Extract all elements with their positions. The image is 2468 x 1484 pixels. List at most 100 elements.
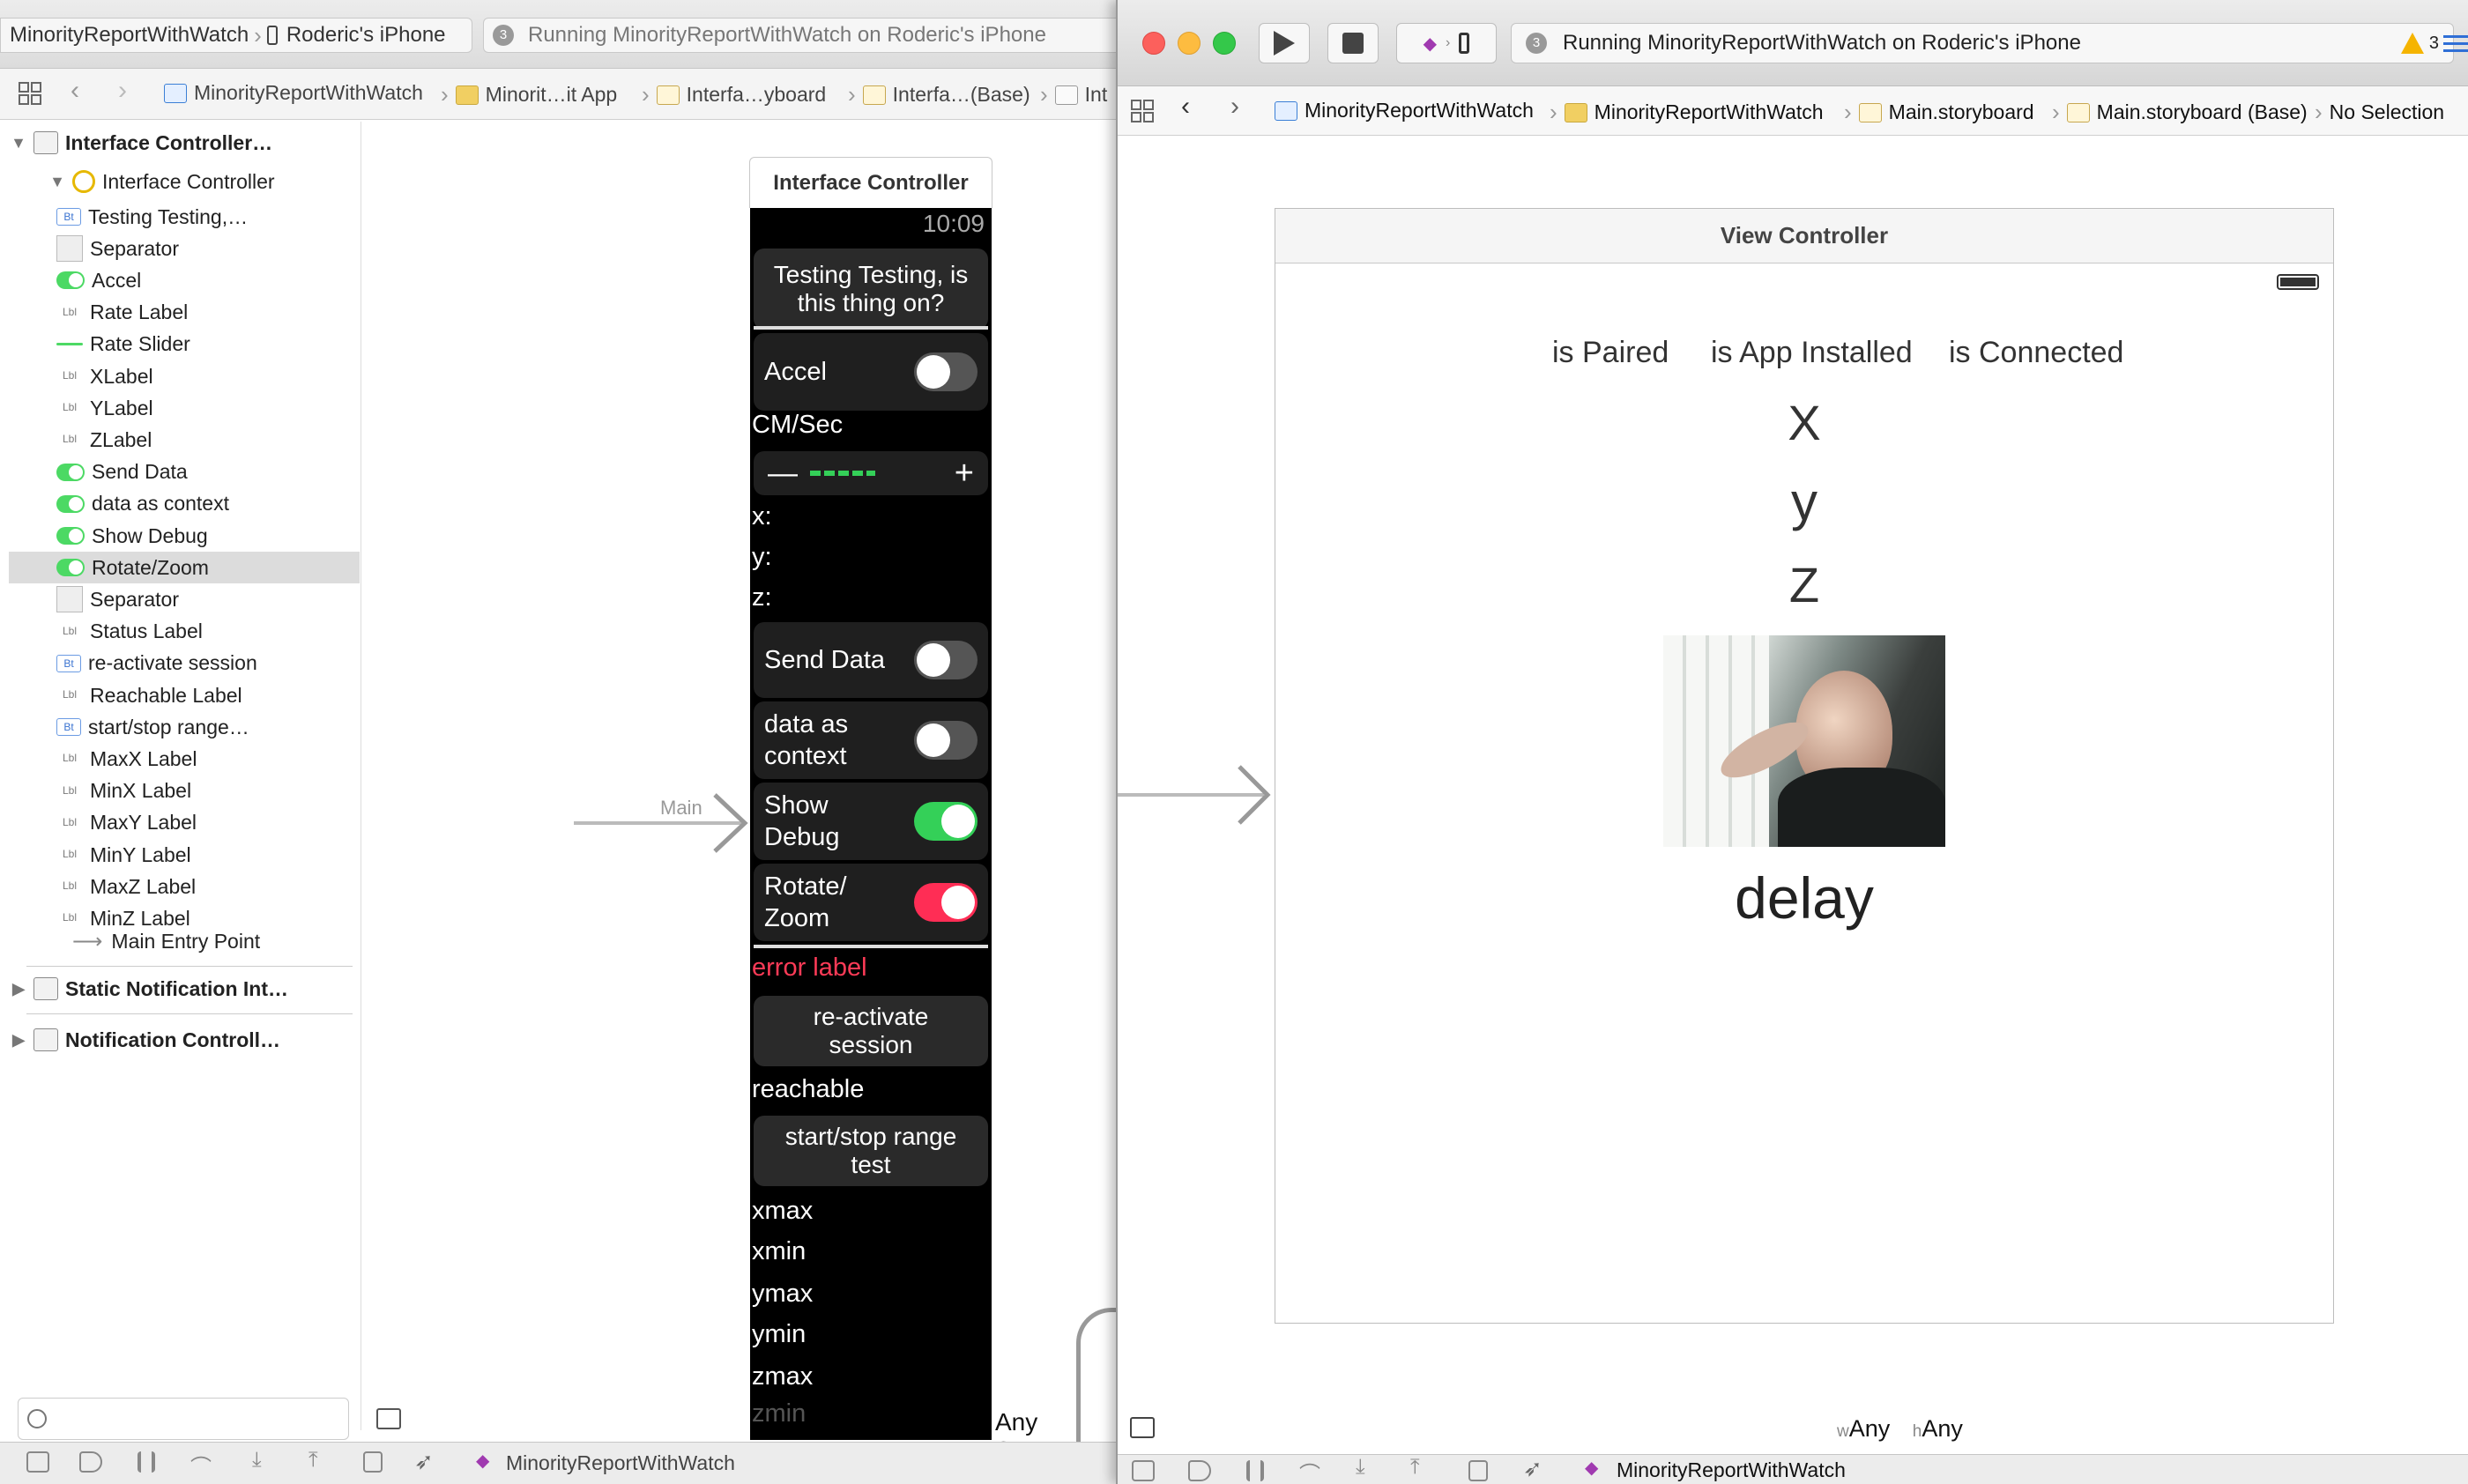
outline-item[interactable]: Separator	[9, 583, 360, 615]
range-test-button[interactable]: start/stop range test	[754, 1116, 988, 1186]
outline-scene-notification-controller[interactable]: ▶ Notification Controll…	[9, 1024, 360, 1056]
data-context-switch[interactable]	[914, 721, 978, 760]
pause-icon[interactable]	[1246, 1460, 1264, 1481]
watch-interface[interactable]: 10:09 Testing Testing, is this thing on?…	[750, 208, 992, 1440]
step-in-icon[interactable]: ⤓	[252, 1448, 262, 1473]
scheme-selector[interactable]: MinorityReportWithWatch › Roderic's iPho…	[0, 18, 472, 53]
breakpoint-icon[interactable]	[1188, 1460, 1211, 1481]
debug-process-label[interactable]: MinorityReportWithWatch	[1617, 1458, 1846, 1482]
outline-item[interactable]: Lbl MinX Label	[9, 775, 360, 807]
forward-icon[interactable]: ›	[1230, 92, 1239, 122]
accel-switch-row[interactable]: Accel	[754, 333, 988, 411]
view-controller-title[interactable]: View Controller	[1275, 209, 2333, 263]
outline-toggle-icon[interactable]	[376, 1408, 401, 1429]
jump-more[interactable]: › Int	[1040, 81, 1107, 108]
minimize-window-icon[interactable]	[1178, 32, 1201, 55]
outline-item[interactable]: Lbl Status Label	[9, 616, 360, 648]
outline-entry-point[interactable]: ⟶ Main Entry Point	[9, 925, 360, 957]
pause-icon[interactable]	[138, 1451, 155, 1473]
rate-slider[interactable]: — +	[754, 451, 988, 495]
forward-icon[interactable]: ›	[118, 76, 127, 106]
outline-item[interactable]: Rotate/Zoom	[9, 552, 360, 584]
outline-item[interactable]: Bt re-activate session	[9, 648, 360, 679]
outline-item[interactable]: Bt start/stop range…	[9, 711, 360, 743]
accel-switch[interactable]	[914, 352, 978, 391]
jump-selection[interactable]: › No Selection	[2315, 99, 2444, 126]
disclosure-open-icon[interactable]: ▼	[9, 134, 28, 152]
outline-filter-field[interactable]	[18, 1398, 349, 1440]
step-over-icon[interactable]: ⌒	[190, 1450, 212, 1480]
jump-project[interactable]: MinorityReportWithWatch	[1275, 99, 1534, 122]
debug-process-label[interactable]: MinorityReportWithWatch	[506, 1451, 735, 1475]
outline-item[interactable]: Lbl XLabel	[9, 360, 360, 392]
send-data-row[interactable]: Send Data	[754, 622, 988, 698]
disclosure-closed-icon[interactable]: ▶	[9, 1031, 28, 1050]
size-class-control[interactable]: wAny hAny	[1837, 1415, 1963, 1443]
send-data-switch[interactable]	[914, 641, 978, 679]
minus-icon[interactable]: —	[768, 457, 798, 489]
watch-scene-title[interactable]: Interface Controller	[749, 157, 992, 208]
jump-group[interactable]: › Minorit…it App	[441, 81, 617, 108]
editor-icon[interactable]	[2440, 23, 2468, 63]
scheme-device-button[interactable]: ◆ ›	[1396, 23, 1497, 63]
outline-scene-static-notification[interactable]: ▶ Static Notification Int…	[9, 973, 360, 1005]
close-window-icon[interactable]	[1142, 32, 1165, 55]
show-debug-switch[interactable]	[914, 802, 978, 841]
outline-item[interactable]: Rate Slider	[9, 329, 360, 360]
outline-item[interactable]: Send Data	[9, 456, 360, 488]
outline-item[interactable]: Lbl Reachable Label	[9, 679, 360, 711]
rotate-zoom-row[interactable]: Rotate/ Zoom	[754, 864, 988, 941]
outline-item[interactable]: Lbl YLabel	[9, 392, 360, 424]
view-hierarchy-icon[interactable]	[363, 1451, 383, 1473]
hide-debug-icon[interactable]	[26, 1451, 49, 1473]
reactivate-session-button[interactable]: re-activate session	[754, 996, 988, 1066]
outline-item[interactable]: data as context	[9, 488, 360, 520]
jump-group[interactable]: › MinorityReportWithWatch	[1550, 99, 1824, 126]
rotate-zoom-switch[interactable]	[914, 883, 978, 922]
outline-item[interactable]: Lbl MinY Label	[9, 839, 360, 871]
view-controller-scene[interactable]: View Controller is Paired is App Install…	[1275, 208, 2334, 1324]
outline-item[interactable]: Show Debug	[9, 520, 360, 552]
jump-file[interactable]: › Interfa…yboard	[642, 81, 826, 108]
outline-scene-interface-controller[interactable]: ▼ Interface Controller…	[9, 127, 360, 159]
step-out-icon[interactable]: ⤒	[1410, 1455, 1420, 1480]
hide-debug-icon[interactable]	[1132, 1460, 1155, 1481]
warnings-indicator[interactable]: 3	[2400, 33, 2439, 54]
location-icon[interactable]: ➶	[1523, 1455, 1542, 1482]
plus-icon[interactable]: +	[955, 456, 974, 490]
stop-button[interactable]	[1327, 23, 1379, 63]
grid-icon[interactable]	[18, 81, 42, 106]
jump-base[interactable]: › Interfa…(Base)	[848, 81, 1030, 108]
show-debug-row[interactable]: Show Debug	[754, 783, 988, 860]
back-icon[interactable]: ‹	[1181, 92, 1190, 122]
step-over-icon[interactable]: ⌒	[1299, 1457, 1320, 1484]
outline-item[interactable]: Lbl Rate Label	[9, 297, 360, 329]
back-icon[interactable]: ‹	[71, 76, 79, 106]
disclosure-open-icon[interactable]: ▼	[48, 173, 67, 191]
outline-interface-controller[interactable]: ▼ Interface Controller	[9, 166, 360, 197]
run-button[interactable]	[1259, 23, 1310, 63]
jump-base[interactable]: › Main.storyboard (Base)	[2052, 99, 2308, 126]
outline-item[interactable]: Lbl MaxZ Label	[9, 871, 360, 902]
data-context-row[interactable]: data as context	[754, 701, 988, 779]
outline-item[interactable]: Lbl ZLabel	[9, 424, 360, 456]
jump-file[interactable]: › Main.storyboard	[1844, 99, 2034, 126]
outline-toggle-icon[interactable]	[1130, 1417, 1155, 1438]
breakpoint-icon[interactable]	[79, 1451, 102, 1473]
label-badge-icon: Lbl	[62, 433, 77, 446]
outline-item[interactable]: Lbl MaxX Label	[9, 743, 360, 775]
outline-item[interactable]: Separator	[9, 233, 360, 264]
testing-button[interactable]: Testing Testing, is this thing on?	[754, 249, 988, 330]
step-in-icon[interactable]: ⤓	[1356, 1455, 1365, 1480]
grid-icon[interactable]	[1130, 99, 1155, 123]
storyboard-canvas[interactable]: Main Any Screen	[362, 122, 1116, 1484]
outline-item[interactable]: Accel	[9, 264, 360, 296]
disclosure-closed-icon[interactable]: ▶	[9, 980, 28, 998]
location-icon[interactable]: ➶	[414, 1448, 434, 1475]
outline-item[interactable]: Lbl MaxY Label	[9, 807, 360, 839]
step-out-icon[interactable]: ⤒	[308, 1448, 318, 1473]
zoom-window-icon[interactable]	[1213, 32, 1236, 55]
outline-item[interactable]: Bt Testing Testing,…	[9, 201, 360, 233]
view-hierarchy-icon[interactable]	[1468, 1460, 1488, 1481]
jump-project[interactable]: MinorityReportWithWatch	[164, 81, 423, 105]
